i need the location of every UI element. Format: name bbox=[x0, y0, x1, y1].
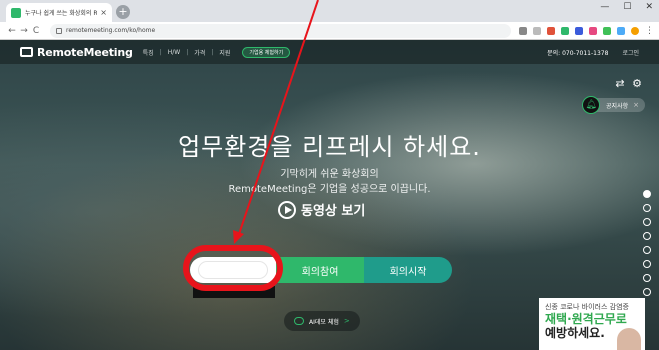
address-bar: ← → C remotemeeting.com/ko/home ⋮ bbox=[0, 22, 659, 40]
meeting-actions: 회의참여 회의시작 bbox=[190, 257, 452, 283]
ad-line-1: 신종 코로나 바이러스 감염증 bbox=[545, 303, 629, 311]
extension-icon[interactable] bbox=[617, 26, 625, 35]
browser-tabbar: 누구나 쉽게 쓰는 화상회의 RemoteMeeting × + — ☐ ✕ bbox=[0, 0, 659, 22]
star-icon[interactable] bbox=[533, 26, 541, 35]
notice-close-icon[interactable]: × bbox=[633, 101, 639, 109]
extension-icon[interactable] bbox=[575, 26, 583, 35]
menu-item-features[interactable]: 특징 bbox=[143, 48, 154, 57]
menu-separator: | bbox=[211, 48, 214, 56]
menu-separator: | bbox=[186, 48, 189, 56]
watch-video-link[interactable]: 동영상 보기 bbox=[278, 200, 365, 219]
close-window-icon[interactable]: ✕ bbox=[645, 2, 653, 12]
robot-icon bbox=[294, 317, 304, 325]
slide-pagination bbox=[643, 190, 651, 296]
extension-icon[interactable] bbox=[547, 26, 555, 35]
url-input[interactable]: remotemeeting.com/ko/home bbox=[50, 23, 511, 38]
logo-text: RemoteMeeting bbox=[37, 45, 133, 59]
hero-subtitle-1: 기막히게 쉬운 화상회의 bbox=[280, 169, 379, 180]
tab-title: 누구나 쉽게 쓰는 화상회의 RemoteMeeting bbox=[25, 10, 98, 17]
browser-tab[interactable]: 누구나 쉽게 쓰는 화상회의 RemoteMeeting × bbox=[6, 3, 112, 22]
notice-widget: 🔔︎ 공지사항 × bbox=[582, 96, 645, 114]
slide-dot[interactable] bbox=[643, 288, 651, 296]
extension-icons: ⋮ bbox=[519, 26, 654, 35]
meeting-code-input[interactable] bbox=[190, 257, 276, 283]
play-icon bbox=[278, 200, 296, 219]
reload-icon[interactable]: C bbox=[30, 26, 42, 36]
window-controls: — ☐ ✕ bbox=[600, 2, 653, 12]
site-header: RemoteMeeting 특징 | H/W | 가격 | 지원 기업용 체험하… bbox=[0, 40, 659, 64]
extension-icon[interactable] bbox=[603, 26, 611, 35]
url-text: remotemeeting.com/ko/home bbox=[66, 27, 156, 34]
main-menu: 특징 | H/W | 가격 | 지원 기업용 체험하기 bbox=[143, 46, 291, 58]
site-favicon-icon bbox=[11, 7, 21, 18]
slide-dot[interactable] bbox=[643, 218, 651, 226]
ai-demo-button[interactable]: AI데모 체험 > bbox=[284, 311, 360, 331]
menu-item-support[interactable]: 지원 bbox=[219, 48, 230, 57]
minimize-icon[interactable]: — bbox=[600, 2, 609, 12]
forward-icon[interactable]: → bbox=[18, 26, 30, 36]
ai-demo-label: AI데모 체험 bbox=[309, 318, 339, 326]
enterprise-trial-button[interactable]: 기업용 체험하기 bbox=[242, 46, 291, 58]
chevron-right-icon: > bbox=[343, 317, 350, 325]
hero-section: RemoteMeeting 특징 | H/W | 가격 | 지원 기업용 체험하… bbox=[0, 40, 659, 350]
menu-dots-icon[interactable]: ⋮ bbox=[645, 26, 654, 35]
tab-close-icon[interactable]: × bbox=[100, 8, 107, 17]
new-tab-button[interactable]: + bbox=[116, 5, 130, 19]
bell-icon[interactable]: 🔔︎ bbox=[582, 96, 601, 114]
meeting-code-field[interactable] bbox=[198, 261, 268, 279]
notice-label: 공지사항 bbox=[606, 102, 629, 110]
maximize-icon[interactable]: ☐ bbox=[623, 2, 631, 12]
extension-icon[interactable] bbox=[589, 26, 597, 35]
profile-avatar[interactable] bbox=[631, 26, 639, 35]
key-icon[interactable] bbox=[519, 26, 527, 35]
covid-banner-ad[interactable]: 신종 코로나 바이러스 감염증 재택·원격근무로 예방하세요. bbox=[539, 298, 645, 350]
logo[interactable]: RemoteMeeting bbox=[20, 46, 133, 59]
slide-dot[interactable] bbox=[643, 246, 651, 254]
start-meeting-button[interactable]: 회의시작 bbox=[364, 257, 452, 283]
lock-icon bbox=[56, 27, 62, 34]
header-right: 문의: 070-7011-1378 로그인 bbox=[547, 40, 639, 64]
ad-person-image bbox=[617, 328, 641, 350]
extension-icon[interactable] bbox=[561, 26, 569, 35]
notice-pill[interactable]: 공지사항 × bbox=[594, 98, 645, 112]
menu-item-hw[interactable]: H/W bbox=[168, 49, 180, 56]
login-link[interactable]: 로그인 bbox=[622, 48, 639, 57]
slide-dot[interactable] bbox=[643, 204, 651, 212]
top-tools: ⇄ ⚙ bbox=[614, 78, 643, 90]
gear-icon[interactable]: ⚙ bbox=[631, 78, 643, 90]
back-icon[interactable]: ← bbox=[6, 26, 18, 36]
slide-dot[interactable] bbox=[643, 260, 651, 268]
menu-separator: | bbox=[159, 48, 162, 56]
ad-line-2: 재택·원격근무로 bbox=[545, 312, 627, 326]
logo-icon bbox=[20, 47, 33, 57]
slide-dot[interactable] bbox=[643, 190, 651, 198]
hero-headline: 업무환경을 리프레시 하세요. bbox=[178, 133, 481, 161]
hero-subtitle-2: RemoteMeeting은 기업을 성공으로 이끕니다. bbox=[228, 184, 431, 195]
contact-phone: 문의: 070-7011-1378 bbox=[547, 49, 609, 57]
join-meeting-button[interactable]: 회의참여 bbox=[276, 257, 364, 283]
watch-video-label: 동영상 보기 bbox=[301, 204, 366, 219]
slide-dot[interactable] bbox=[643, 232, 651, 240]
meeting-code-tooltip bbox=[193, 286, 275, 298]
slide-dot[interactable] bbox=[643, 274, 651, 282]
menu-item-pricing[interactable]: 가격 bbox=[194, 48, 205, 57]
share-icon[interactable]: ⇄ bbox=[614, 78, 626, 90]
